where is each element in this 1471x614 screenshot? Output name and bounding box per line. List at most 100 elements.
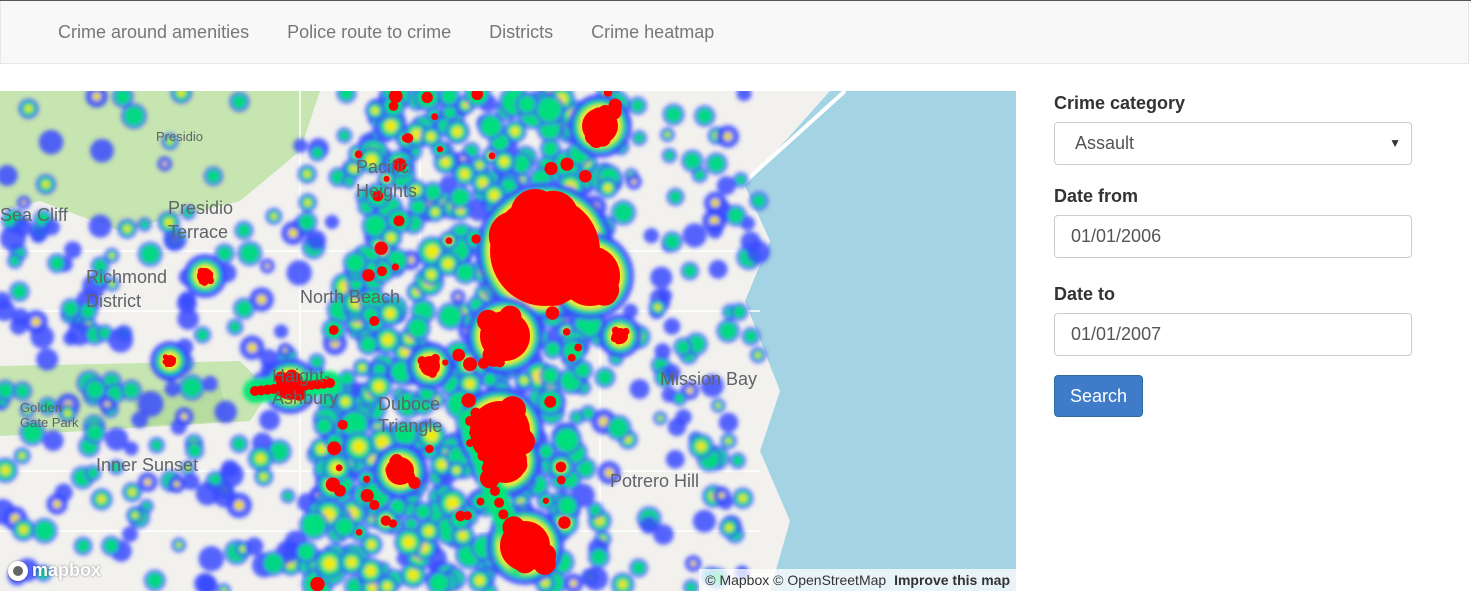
heat-point [498, 396, 526, 424]
crime-category-select[interactable]: Assault ▼ [1054, 122, 1412, 165]
heat-point [274, 324, 289, 339]
heat-point [490, 486, 500, 496]
heat-point [21, 200, 26, 205]
nav-crime-around-amenities[interactable]: Crime around amenities [39, 1, 268, 64]
heat-point [489, 190, 500, 201]
map-label-mission-bay: Mission Bay [660, 369, 758, 389]
nav-police-route-to-crime[interactable]: Police route to crime [268, 1, 470, 64]
heat-point [459, 169, 470, 179]
heatmap-map[interactable]: Presidio Pacific Heights Presidio Terrac… [0, 91, 1016, 591]
mapbox-logo[interactable]: mapbox [8, 560, 101, 581]
heat-point [518, 95, 536, 113]
nav-districts[interactable]: Districts [470, 1, 572, 64]
heat-point [198, 546, 225, 572]
heat-point [716, 403, 721, 408]
date-from-input[interactable]: 01/01/2006 [1054, 215, 1412, 258]
crime-category-value: Assault [1075, 133, 1135, 153]
heat-point [520, 377, 528, 384]
heat-point [164, 381, 181, 397]
mapbox-logo-icon [8, 560, 28, 581]
heat-point [583, 254, 611, 282]
heat-point [634, 133, 644, 143]
heat-point [235, 300, 253, 317]
heat-point [335, 517, 354, 536]
heat-point [92, 92, 101, 101]
heat-point [683, 264, 697, 278]
heat-point [97, 495, 106, 504]
heat-point [732, 455, 743, 466]
heat-point [132, 512, 138, 519]
heat-point [385, 463, 398, 477]
heat-point [442, 258, 454, 269]
heat-point [425, 184, 441, 201]
heat-point [654, 304, 661, 311]
heat-point [631, 99, 644, 112]
heat-point [574, 343, 583, 352]
heat-point [162, 354, 169, 360]
date-to-input[interactable]: 01/01/2007 [1054, 313, 1412, 356]
heat-point [431, 113, 439, 121]
attribution-text[interactable]: © Mapbox © OpenStreetMap [705, 572, 886, 588]
heat-point [360, 489, 374, 503]
heat-point [665, 449, 685, 469]
heat-point [128, 488, 136, 496]
heat-point [614, 337, 622, 345]
heat-point [542, 367, 559, 384]
heat-point [735, 175, 746, 185]
heat-point [755, 352, 761, 358]
heat-point [597, 369, 613, 385]
map-label-sea-cliff: Sea Cliff [0, 205, 68, 225]
heat-point [31, 317, 41, 327]
date-from-label: Date from [1054, 186, 1139, 206]
heat-point [643, 228, 659, 244]
heat-point [622, 327, 630, 336]
heat-point [10, 256, 20, 266]
heat-point [718, 412, 739, 433]
heat-point [707, 223, 723, 239]
heat-point [498, 305, 522, 329]
heat-point [544, 161, 558, 176]
heat-point [316, 444, 327, 454]
heat-point [464, 378, 475, 390]
improve-map-link[interactable]: Improve this map [894, 572, 1010, 588]
heat-point [669, 190, 682, 203]
heat-point [263, 553, 284, 574]
heat-point [752, 194, 766, 208]
heat-point [665, 132, 670, 137]
heat-point [556, 475, 566, 485]
heat-point [682, 223, 707, 248]
heat-point [611, 326, 620, 334]
heat-point [104, 538, 119, 554]
heat-point [76, 539, 90, 553]
map-label-presidio: Presidio [156, 129, 203, 144]
heat-point [515, 556, 525, 566]
heat-point [109, 253, 115, 258]
heat-point [206, 270, 214, 279]
heat-point [725, 523, 733, 532]
heat-point [455, 294, 461, 299]
map-attribution: © Mapbox © OpenStreetMap Improve this ma… [699, 569, 1016, 591]
heat-point [639, 516, 658, 535]
heat-point [388, 101, 399, 111]
date-to-label: Date to [1054, 284, 1116, 304]
heat-point [656, 288, 673, 304]
heat-point [383, 582, 392, 591]
heat-point [416, 504, 431, 519]
heat-point [90, 138, 114, 163]
map-label-richmond-district: Richmond District [86, 267, 168, 311]
heat-point [30, 325, 55, 349]
map-label-haight-ashbury: Haight-Ashbury [272, 366, 339, 408]
heat-point [608, 417, 629, 438]
heat-point [373, 380, 385, 392]
nav-crime-heatmap[interactable]: Crime heatmap [572, 1, 733, 64]
heat-point [539, 444, 553, 459]
heat-point [86, 424, 103, 441]
heat-point [240, 243, 260, 263]
heat-point [495, 331, 518, 354]
heat-point [723, 132, 733, 141]
heat-point [665, 106, 682, 123]
heat-point [427, 368, 437, 378]
heat-point [299, 214, 315, 230]
heat-point [283, 491, 293, 501]
search-button[interactable]: Search [1054, 375, 1144, 417]
